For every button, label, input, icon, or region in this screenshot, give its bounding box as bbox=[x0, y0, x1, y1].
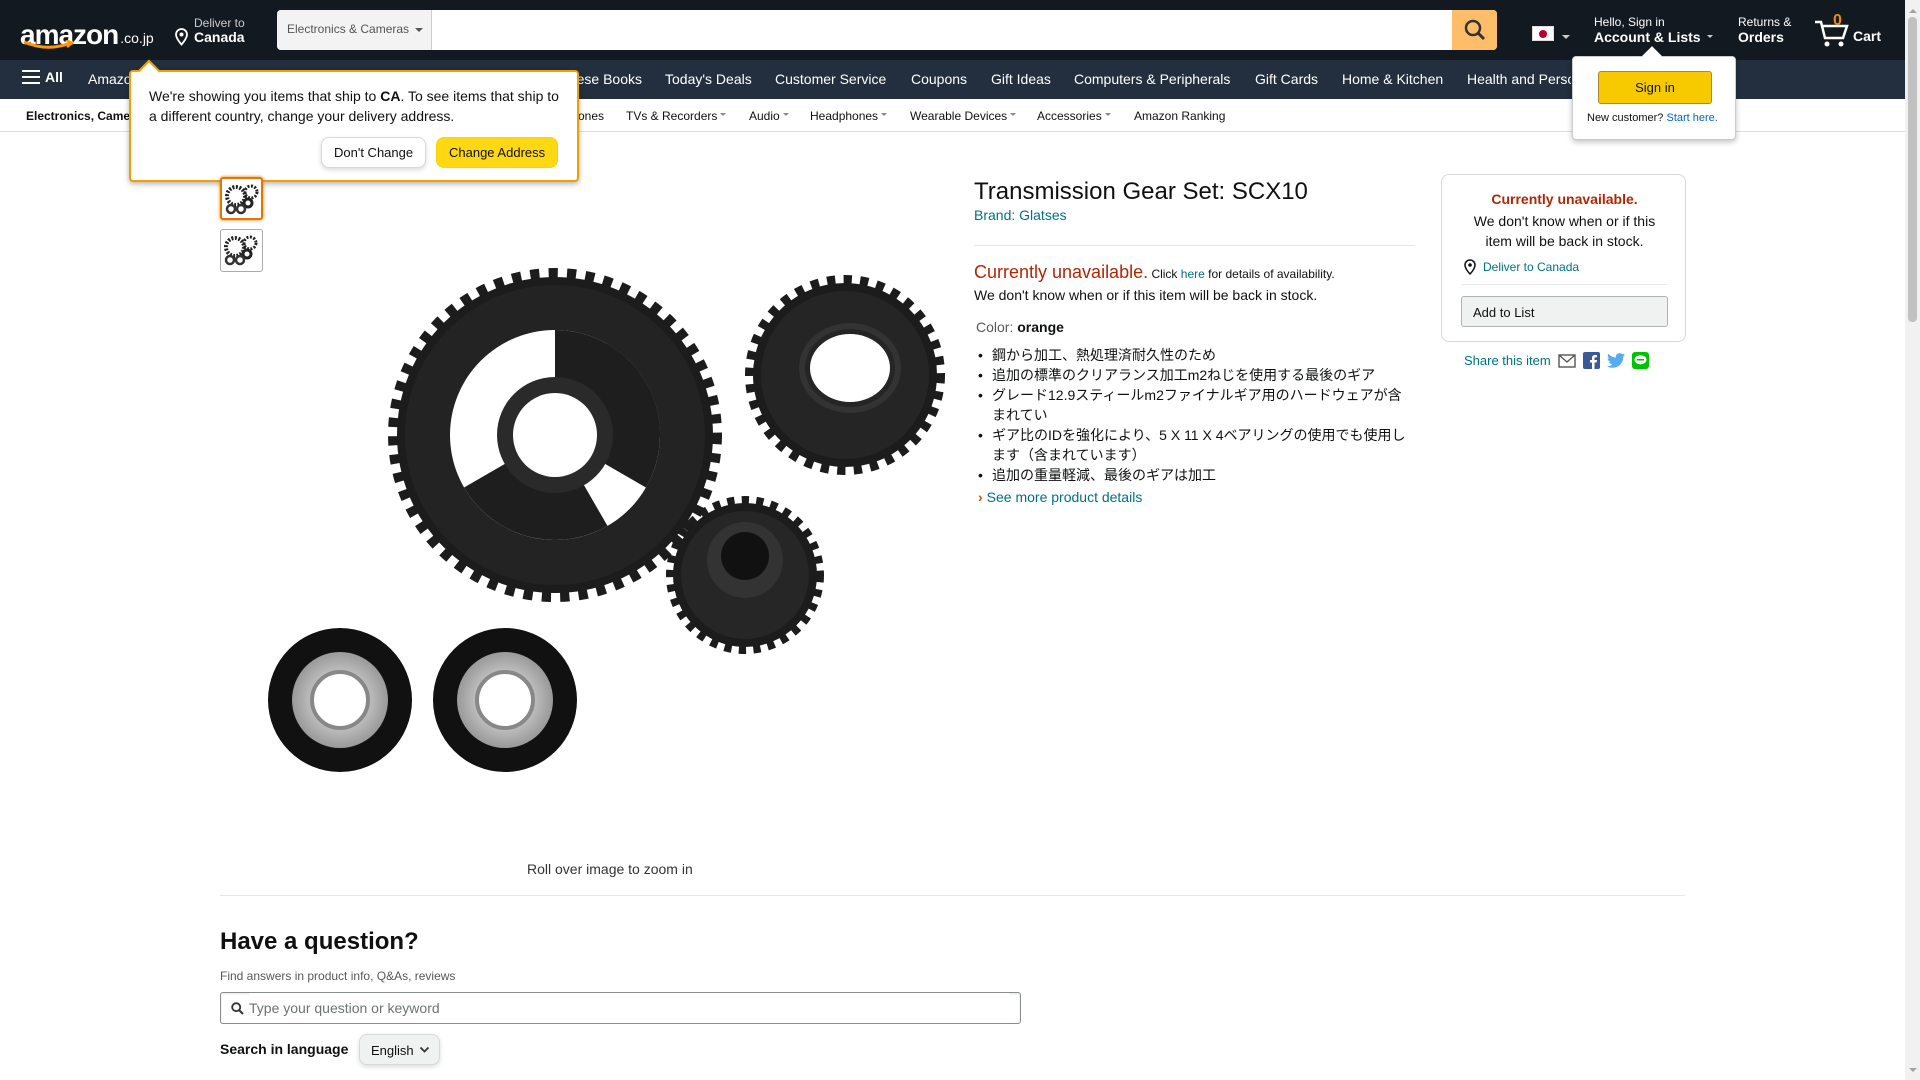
nav-item-gift-cards[interactable]: Gift Cards bbox=[1255, 71, 1318, 87]
buybox-deliver-link[interactable]: Deliver to Canada bbox=[1462, 259, 1579, 275]
gear-thumbnail-icon bbox=[224, 235, 258, 266]
returns-line1: Returns & bbox=[1738, 15, 1792, 29]
subnav-ranking[interactable]: Amazon Ranking bbox=[1134, 109, 1225, 123]
nav-item-computers[interactable]: Computers & Peripherals bbox=[1074, 71, 1230, 87]
brand-link[interactable]: Brand: Glatses bbox=[974, 207, 1067, 223]
caret-down-icon bbox=[1562, 35, 1570, 43]
deliver-to[interactable]: Deliver to Canada bbox=[174, 16, 245, 46]
start-here-link[interactable]: Start here. bbox=[1666, 112, 1717, 124]
share-label: Share this item bbox=[1464, 353, 1551, 368]
cart-label: Cart bbox=[1853, 28, 1882, 44]
zoom-hint: Roll over image to zoom in bbox=[527, 861, 693, 877]
product-main-image[interactable] bbox=[265, 250, 955, 790]
list-item: 鋼から加工、熱処理済耐久性のため bbox=[975, 345, 1415, 365]
twitter-icon[interactable] bbox=[1606, 353, 1625, 368]
chevron-right-icon: › bbox=[978, 489, 983, 505]
nav-item-gift-ideas[interactable]: Gift Ideas bbox=[991, 71, 1051, 87]
cart-button[interactable]: 0 Cart bbox=[1813, 12, 1903, 48]
subnav-audio[interactable]: Audio bbox=[749, 109, 789, 123]
question-search-input[interactable] bbox=[249, 993, 1009, 1023]
cart-count: 0 bbox=[1833, 12, 1842, 29]
nav-item-coupons[interactable]: Coupons bbox=[911, 71, 967, 87]
buy-box: Currently unavailable. We don't know whe… bbox=[1441, 174, 1686, 342]
location-pin-icon bbox=[175, 28, 188, 46]
product-title: Transmission Gear Set: SCX10 bbox=[974, 178, 1308, 205]
top-header: amazon .co.jp Deliver to Canada Electron… bbox=[0, 0, 1905, 60]
buybox-unavailable: Currently unavailable. bbox=[1491, 191, 1638, 207]
nav-item-home-kitchen[interactable]: Home & Kitchen bbox=[1342, 71, 1443, 87]
scroll-down-arrow-icon[interactable] bbox=[1909, 1068, 1917, 1076]
feature-bullets: 鋼から加工、熱処理済耐久性のため 追加の標準のクリアランス加工m2ねじを使用する… bbox=[975, 345, 1415, 485]
thumbnail-1[interactable] bbox=[220, 177, 263, 220]
search-category-label: Electronics & Cameras bbox=[287, 22, 410, 36]
see-more-details-link[interactable]: › See more product details bbox=[978, 489, 1142, 505]
location-pin-icon bbox=[1464, 259, 1476, 275]
availability: Currently unavailable. Click here for de… bbox=[974, 262, 1335, 282]
signin-button[interactable]: Sign in bbox=[1598, 71, 1712, 104]
language-select[interactable]: English bbox=[359, 1034, 440, 1065]
availability-here-link[interactable]: here bbox=[1181, 267, 1205, 281]
search-category-dropdown[interactable]: Electronics & Cameras bbox=[277, 10, 432, 50]
subnav-tvs[interactable]: TVs & Recorders bbox=[626, 109, 727, 123]
subnav-accessories[interactable]: Accessories bbox=[1037, 109, 1111, 123]
change-address-button[interactable]: Change Address bbox=[436, 137, 559, 168]
japan-flag-icon[interactable] bbox=[1532, 26, 1554, 41]
popover-message: We're showing you items that ship to CA.… bbox=[149, 88, 559, 124]
list-item: 追加の重量軽減、最後のギアは加工 bbox=[975, 465, 1415, 485]
new-customer-text: New customer? Start here. bbox=[1587, 112, 1718, 124]
gear-thumbnail-icon bbox=[225, 184, 259, 215]
stock-text: We don't know when or if this item will … bbox=[974, 287, 1318, 303]
account-lists[interactable]: Hello, Sign in Account & Lists bbox=[1594, 15, 1714, 45]
caret-down-icon bbox=[415, 28, 423, 36]
subnav-headphones[interactable]: Headphones bbox=[810, 109, 888, 123]
cart-icon bbox=[1815, 20, 1849, 47]
nav-item-health[interactable]: Health and Personal Care bbox=[1467, 71, 1571, 87]
question-heading: Have a question? bbox=[220, 928, 419, 955]
returns-line2: Orders bbox=[1738, 29, 1784, 45]
returns-orders[interactable]: Returns & Orders bbox=[1738, 15, 1791, 45]
line-icon[interactable] bbox=[1631, 352, 1649, 369]
account-line1: Hello, Sign in bbox=[1594, 15, 1665, 29]
dont-change-button[interactable]: Don't Change bbox=[321, 137, 427, 168]
all-label: All bbox=[45, 69, 63, 85]
search-language-label: Search in language bbox=[220, 1041, 349, 1057]
logo-smile-icon bbox=[23, 40, 74, 49]
section-divider bbox=[220, 895, 1685, 896]
facebook-icon[interactable] bbox=[1582, 352, 1600, 369]
color-value: orange bbox=[1017, 319, 1064, 335]
hamburger-icon bbox=[22, 70, 40, 84]
color-attribute: Color: orange bbox=[976, 319, 1064, 335]
search-icon bbox=[1464, 19, 1485, 41]
search-button[interactable] bbox=[1452, 10, 1497, 50]
search-input[interactable] bbox=[433, 10, 1437, 50]
subnav-electronics[interactable]: Electronics, Cameras bbox=[26, 109, 131, 123]
delivery-address-popover: We're showing you items that ship to CA.… bbox=[129, 59, 579, 182]
language-value: English bbox=[371, 1043, 414, 1058]
buybox-stock-text: We don't know when or if this item will … bbox=[1473, 213, 1656, 249]
question-subtext: Find answers in product info, Q&As, revi… bbox=[220, 969, 456, 983]
unavailable-text: Currently unavailable. bbox=[974, 262, 1149, 282]
nav-item-customer-service[interactable]: Customer Service bbox=[775, 71, 886, 87]
subnav-wearables[interactable]: Wearable Devices bbox=[910, 109, 1017, 123]
all-menu-button[interactable]: All bbox=[22, 69, 63, 85]
chevron-down-icon bbox=[419, 1046, 430, 1053]
logo-tld: .co.jp bbox=[120, 30, 154, 46]
search-icon bbox=[231, 1002, 244, 1015]
share-item: Share this item bbox=[1464, 352, 1649, 369]
email-icon[interactable] bbox=[1558, 353, 1576, 368]
page-scrollbar[interactable] bbox=[1905, 0, 1920, 1080]
search-bar: Electronics & Cameras bbox=[277, 10, 1497, 50]
add-to-list-button[interactable]: Add to List bbox=[1461, 296, 1668, 327]
thumbnail-2[interactable] bbox=[220, 229, 263, 272]
account-line2: Account & Lists bbox=[1594, 30, 1714, 45]
list-item: 追加の標準のクリアランス加工m2ねじを使用する最後のギア bbox=[975, 365, 1415, 385]
scroll-up-arrow-icon[interactable] bbox=[1909, 5, 1917, 13]
divider bbox=[974, 245, 1415, 246]
question-search-box bbox=[220, 992, 1021, 1024]
signin-flyout: Sign in New customer? Start here. bbox=[1572, 46, 1736, 140]
list-item: グレード12.9スティールm2ファイナルギア用のハードウェアが含まれてい bbox=[975, 385, 1415, 425]
list-item: ギア比のIDを強化により、5 X 11 X 4ベアリングの使用でも使用します（含… bbox=[975, 425, 1415, 465]
scrollbar-thumb[interactable] bbox=[1908, 17, 1917, 322]
nav-item-todays-deals[interactable]: Today's Deals bbox=[665, 71, 752, 87]
